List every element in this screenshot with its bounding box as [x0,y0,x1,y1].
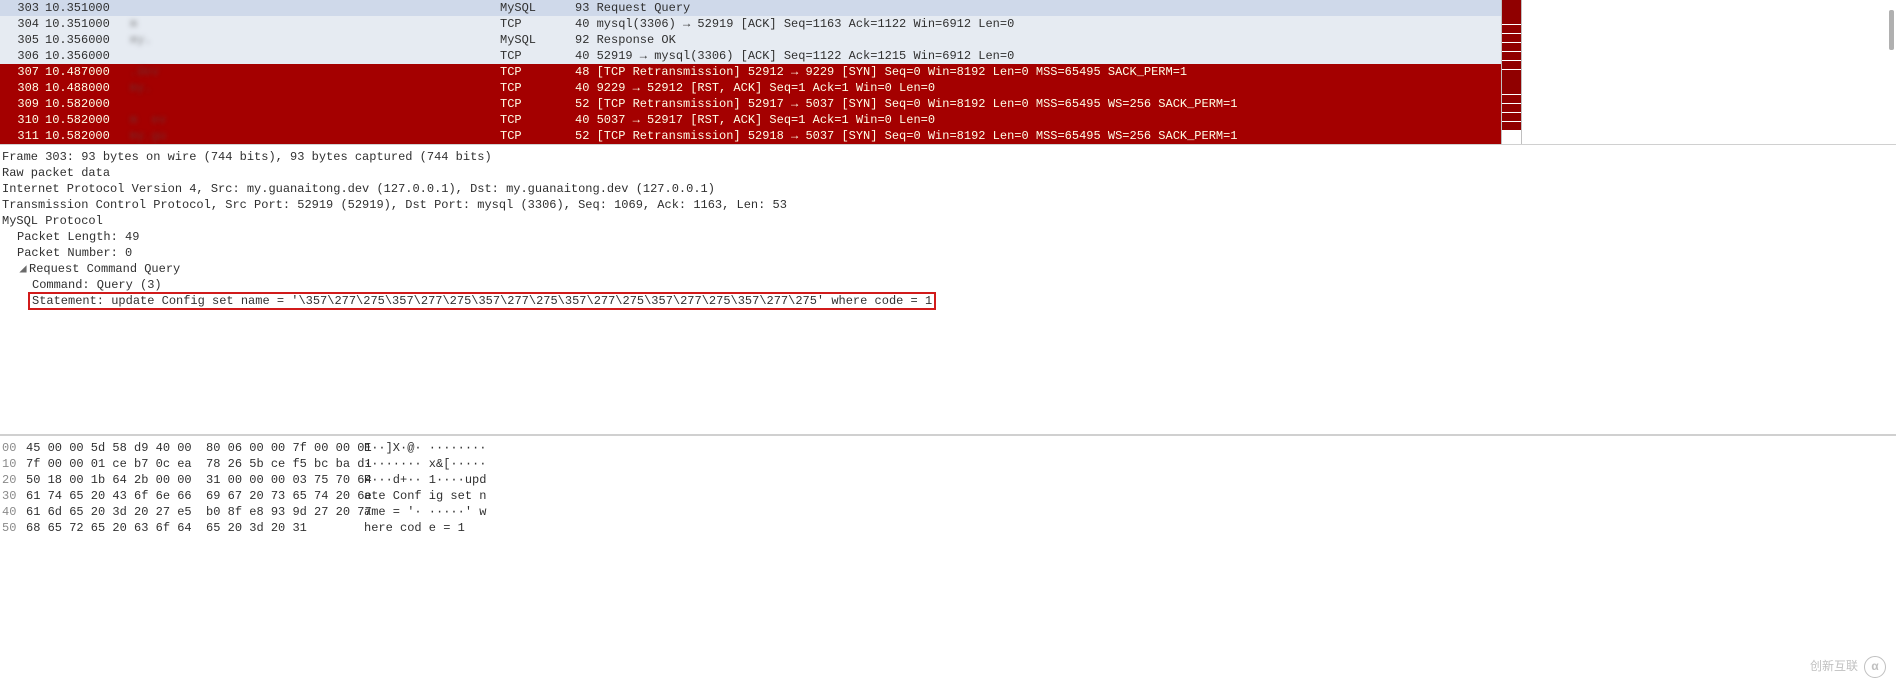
packet-row[interactable]: 30510.356000my.MySQL92 Response OK [0,32,1501,48]
col-info: 52 [TCP Retransmission] 52918 → 5037 [SY… [575,128,1501,144]
detail-packet-length[interactable]: Packet Length: 49 [2,229,1894,245]
hex-bytes: 7f 00 00 01 ce b7 0c ea 78 26 5b ce f5 b… [26,456,364,472]
hex-ascii: ame = '· ·····' w [364,504,1894,520]
col-protocol: TCP [500,96,575,112]
col-source: my. [130,80,500,96]
col-protocol: TCP [500,80,575,96]
col-no: 306 [0,48,45,64]
hex-offset: 10 [2,456,26,472]
hex-row[interactable]: 3061 74 65 20 43 6f 6e 66 69 67 20 73 65… [2,488,1894,504]
col-time: 10.351000 [45,0,130,16]
watermark: 创新互联 α [1810,656,1886,678]
hex-bytes: 61 6d 65 20 3d 20 27 e5 b0 8f e8 93 9d 2… [26,504,364,520]
detail-frame[interactable]: Frame 303: 93 bytes on wire (744 bits), … [2,149,1894,165]
col-info: 40 5037 → 52917 [RST, ACK] Seq=1 Ack=1 W… [575,112,1501,128]
hex-ascii: ········ x&[····· [364,456,1894,472]
col-source: .dev [130,64,500,80]
col-no: 305 [0,32,45,48]
col-time: 10.351000 [45,16,130,32]
detail-packet-number[interactable]: Packet Number: 0 [2,245,1894,261]
packet-list-pane: 30310.351000 MySQL93 Request Query30410.… [0,0,1896,145]
col-info: 48 [TCP Retransmission] 52912 → 9229 [SY… [575,64,1501,80]
scroll-handle[interactable] [1889,10,1894,50]
col-no: 303 [0,0,45,16]
hex-ascii: E··]X·@· ········ [364,440,1894,456]
packet-details-pane[interactable]: Frame 303: 93 bytes on wire (744 bits), … [0,145,1896,435]
packet-row[interactable]: 30410.351000m TCP40 mysql(3306) → 52919 … [0,16,1501,32]
col-source [130,96,500,112]
col-time: 10.488000 [45,80,130,96]
col-source [130,0,500,16]
col-no: 304 [0,16,45,32]
hex-offset: 50 [2,520,26,536]
packet-row[interactable]: 30610.356000 TCP40 52919 → mysql(3306) [… [0,48,1501,64]
hex-row[interactable]: 107f 00 00 01 ce b7 0c ea 78 26 5b ce f5… [2,456,1894,472]
hex-row[interactable]: 5068 65 72 65 20 63 6f 64 65 20 3d 20 31… [2,520,1894,536]
packet-row[interactable]: 31010.582000m evTCP40 5037 → 52917 [RST,… [0,112,1501,128]
col-info: 40 mysql(3306) → 52919 [ACK] Seq=1163 Ac… [575,16,1501,32]
col-no: 307 [0,64,45,80]
col-time: 10.487000 [45,64,130,80]
packet-row[interactable]: 30310.351000 MySQL93 Request Query [0,0,1501,16]
col-protocol: TCP [500,112,575,128]
hex-row[interactable]: 0045 00 00 5d 58 d9 40 00 80 06 00 00 7f… [2,440,1894,456]
col-protocol: MySQL [500,32,575,48]
detail-tcp[interactable]: Transmission Control Protocol, Src Port:… [2,197,1894,213]
packet-row[interactable]: 30910.582000 TCP52 [TCP Retransmission] … [0,96,1501,112]
detail-mysql[interactable]: MySQL Protocol [2,213,1894,229]
hex-offset: 20 [2,472,26,488]
detail-ip[interactable]: Internet Protocol Version 4, Src: my.gua… [2,181,1894,197]
col-protocol: MySQL [500,0,575,16]
col-time: 10.582000 [45,112,130,128]
hex-bytes: 68 65 72 65 20 63 6f 64 65 20 3d 20 31 [26,520,364,536]
detail-raw[interactable]: Raw packet data [2,165,1894,181]
col-source: my.gu [130,128,500,144]
col-info: 52 [TCP Retransmission] 52917 → 5037 [SY… [575,96,1501,112]
col-info: 92 Response OK [575,32,1501,48]
col-protocol: TCP [500,48,575,64]
detail-request-cmd[interactable]: ◢Request Command Query [2,261,1894,277]
col-no: 308 [0,80,45,96]
packet-rows: 30310.351000 MySQL93 Request Query30410.… [0,0,1501,144]
hex-ascii: ate Conf ig set n [364,488,1894,504]
col-time: 10.582000 [45,128,130,144]
col-info: 40 9229 → 52912 [RST, ACK] Seq=1 Ack=1 W… [575,80,1501,96]
hex-dump-pane[interactable]: 0045 00 00 5d 58 d9 40 00 80 06 00 00 7f… [0,435,1896,540]
col-time: 10.356000 [45,32,130,48]
col-source: m ev [130,112,500,128]
col-info: 40 52919 → mysql(3306) [ACK] Seq=1122 Ac… [575,48,1501,64]
col-protocol: TCP [500,128,575,144]
logo-icon: α [1864,656,1886,678]
detail-command[interactable]: Command: Query (3) [2,277,1894,293]
col-source: m [130,16,500,32]
col-time: 10.356000 [45,48,130,64]
hex-bytes: 61 74 65 20 43 6f 6e 66 69 67 20 73 65 7… [26,488,364,504]
hex-ascii: P···d+·· 1····upd [364,472,1894,488]
hex-row[interactable]: 2050 18 00 1b 64 2b 00 00 31 00 00 00 03… [2,472,1894,488]
col-info: 93 Request Query [575,0,1501,16]
hex-bytes: 45 00 00 5d 58 d9 40 00 80 06 00 00 7f 0… [26,440,364,456]
hex-offset: 30 [2,488,26,504]
hex-offset: 40 [2,504,26,520]
col-time: 10.582000 [45,96,130,112]
col-source [130,48,500,64]
col-no: 310 [0,112,45,128]
tree-expand-icon[interactable]: ◢ [17,261,29,277]
hex-row[interactable]: 4061 6d 65 20 3d 20 27 e5 b0 8f e8 93 9d… [2,504,1894,520]
hex-bytes: 50 18 00 1b 64 2b 00 00 31 00 00 00 03 7… [26,472,364,488]
packet-row[interactable]: 31110.582000my.guTCP52 [TCP Retransmissi… [0,128,1501,144]
col-protocol: TCP [500,16,575,32]
packet-row[interactable]: 30710.487000.devTCP48 [TCP Retransmissio… [0,64,1501,80]
col-source: my. [130,32,500,48]
scrollbar-overview[interactable] [1501,0,1896,144]
col-protocol: TCP [500,64,575,80]
col-no: 309 [0,96,45,112]
hex-ascii: here cod e = 1 [364,520,1894,536]
col-no: 311 [0,128,45,144]
packet-row[interactable]: 30810.488000my.TCP40 9229 → 52912 [RST, … [0,80,1501,96]
hex-offset: 00 [2,440,26,456]
detail-statement[interactable]: Statement: update Config set name = '\35… [2,293,1894,309]
